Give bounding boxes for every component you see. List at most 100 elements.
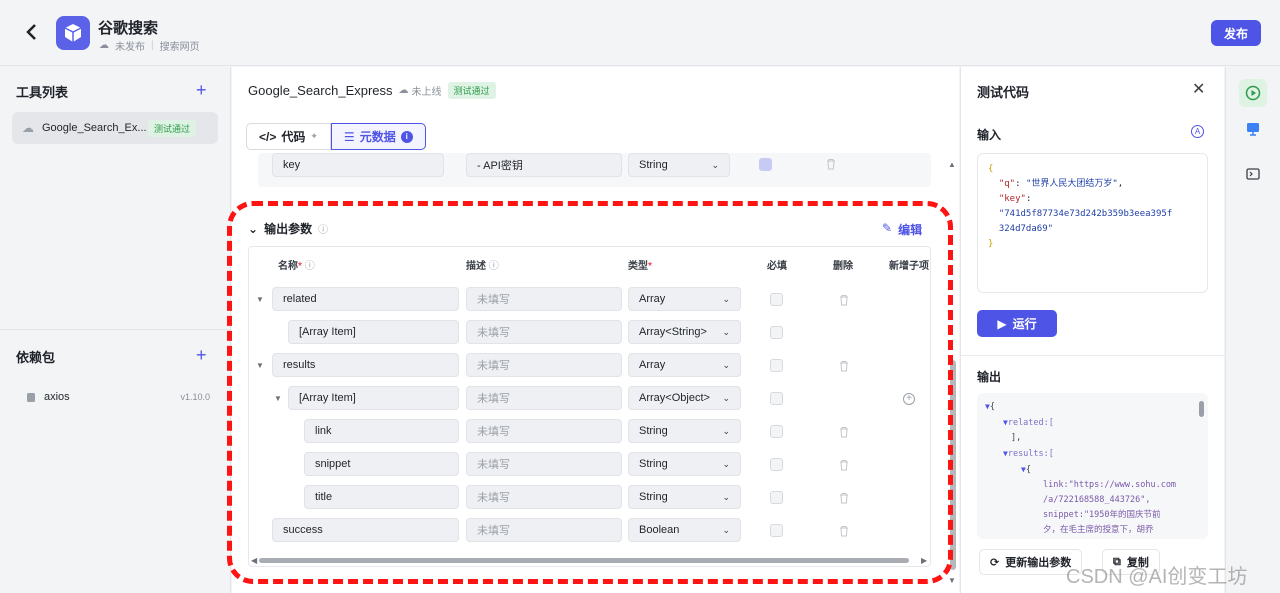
json-value: snippet:"1950年的国庆节前: [1043, 510, 1161, 520]
dependency-version: v1.10.0: [180, 392, 210, 402]
code-key: "q": [998, 179, 1016, 189]
tool-item[interactable]: ☁ Google_Search_Ex... 测试通过: [12, 112, 218, 144]
top-bar: 谷歌搜索 ☁ 未发布 | 搜索网页 发布: [0, 0, 1280, 66]
row-type-select[interactable]: String ⌄: [628, 419, 741, 443]
publish-button[interactable]: 发布: [1211, 20, 1261, 46]
add-child-icon[interactable]: +: [903, 393, 915, 405]
scroll-down-icon[interactable]: ▼: [948, 576, 956, 585]
output-params-header[interactable]: ⌄ 输出参数 ⓘ: [248, 220, 328, 237]
edit-label: 编辑: [898, 223, 923, 237]
chevron-down-icon: ⌄: [722, 491, 730, 502]
row-name-field[interactable]: [Array Item]: [288, 320, 459, 344]
chevron-down-icon: ⌄: [722, 326, 730, 337]
required-checkbox[interactable]: [759, 158, 772, 171]
trash-icon[interactable]: [839, 492, 849, 504]
required-checkbox[interactable]: [770, 491, 783, 504]
refresh-icon: ⟳: [990, 556, 1000, 569]
online-status-text: 未上线: [411, 87, 442, 98]
row-name-field[interactable]: [Array Item]: [288, 386, 459, 410]
edit-button[interactable]: ✎ 编辑: [882, 221, 922, 238]
row-desc-field[interactable]: 未填写: [466, 386, 622, 410]
row-name-field[interactable]: success: [272, 518, 459, 542]
expand-arrow-icon[interactable]: ▼: [274, 394, 282, 403]
json-bracket: ],: [1011, 433, 1022, 443]
update-output-label: 更新输出参数: [1005, 557, 1072, 569]
tool-header: Google_Search_Express ☁ 未上线 测试通过: [248, 82, 496, 99]
terminal-icon[interactable]: [1239, 160, 1267, 188]
add-tool-icon[interactable]: +: [196, 81, 207, 99]
vertical-scrollbar[interactable]: [950, 360, 956, 570]
row-type-value: Array<String>: [639, 326, 707, 338]
run-button[interactable]: ▶ 运行: [977, 310, 1057, 337]
divider: [0, 329, 231, 330]
trash-icon[interactable]: [839, 294, 849, 306]
dependency-item[interactable]: axios v1.10.0: [26, 391, 210, 403]
row-name-field[interactable]: title: [304, 485, 459, 509]
row-name-field[interactable]: link: [304, 419, 459, 443]
separator: |: [151, 40, 154, 51]
row-type-value: Array: [639, 359, 666, 371]
required-checkbox[interactable]: [770, 425, 783, 438]
row-desc-field[interactable]: 未填写: [466, 485, 622, 509]
run-test-icon[interactable]: [1239, 79, 1267, 107]
required-checkbox[interactable]: [770, 326, 783, 339]
col-header-type: 类型*: [628, 261, 652, 272]
scroll-right-icon[interactable]: ▶: [921, 556, 927, 565]
row-name-field[interactable]: results: [272, 353, 459, 377]
code-icon: </>: [259, 129, 277, 144]
online-status: ☁ 未上线: [399, 83, 442, 98]
cloud-icon: ☁: [22, 121, 34, 135]
expand-arrow-icon[interactable]: ▼: [256, 361, 264, 370]
trash-icon[interactable]: [839, 459, 849, 471]
horizontal-scrollbar[interactable]: [259, 558, 909, 563]
monitor-icon[interactable]: [1239, 115, 1267, 143]
output-json-viewer[interactable]: ▼{ ▼related:[ ], ▼results:[ ▼{ link:"htt…: [977, 393, 1208, 539]
required-checkbox[interactable]: [770, 293, 783, 306]
row-desc-field[interactable]: 未填写: [466, 419, 622, 443]
param-type-select[interactable]: String ⌄: [628, 153, 730, 177]
row-desc-field[interactable]: 未填写: [466, 353, 622, 377]
back-arrow-icon[interactable]: [22, 20, 44, 44]
param-name-field[interactable]: key: [272, 153, 444, 177]
tab-code[interactable]: </> 代码 ✦: [246, 123, 331, 150]
param-desc-field[interactable]: - API密钥: [466, 153, 622, 177]
json-key: related:[: [1007, 418, 1054, 428]
row-name-field[interactable]: related: [272, 287, 459, 311]
scroll-left-icon[interactable]: ◀: [251, 556, 257, 565]
divider: [961, 355, 1225, 356]
row-desc-field[interactable]: 未填写: [466, 287, 622, 311]
row-name-field[interactable]: snippet: [304, 452, 459, 476]
scroll-up-icon[interactable]: ▲: [948, 160, 956, 169]
row-type-select[interactable]: Array ⌄: [628, 287, 741, 311]
row-type-select[interactable]: String ⌄: [628, 452, 741, 476]
row-desc-field[interactable]: 未填写: [466, 518, 622, 542]
required-checkbox[interactable]: [770, 524, 783, 537]
tab-metadata[interactable]: ☰ 元数据 i: [330, 123, 426, 150]
row-desc-field[interactable]: 未填写: [466, 320, 622, 344]
trash-icon[interactable]: [826, 158, 836, 170]
json-key: results:[: [1007, 449, 1054, 459]
required-checkbox[interactable]: [770, 458, 783, 471]
close-icon[interactable]: ✕: [1192, 79, 1205, 99]
required-checkbox[interactable]: [770, 359, 783, 372]
row-type-select[interactable]: Array<String> ⌄: [628, 320, 741, 344]
row-type-select[interactable]: Array ⌄: [628, 353, 741, 377]
chevron-down-icon: ⌄: [711, 159, 719, 170]
param-type-value: String: [639, 159, 668, 171]
row-type-select[interactable]: String ⌄: [628, 485, 741, 509]
add-dependency-icon[interactable]: +: [196, 346, 207, 364]
trash-icon[interactable]: [839, 525, 849, 537]
test-passed-badge: 测试通过: [148, 119, 197, 137]
required-checkbox[interactable]: [770, 392, 783, 405]
output-scrollbar[interactable]: [1199, 401, 1204, 417]
row-type-select[interactable]: Array<Object> ⌄: [628, 386, 741, 410]
trash-icon[interactable]: [839, 360, 849, 372]
ai-assist-icon[interactable]: A: [1191, 125, 1204, 138]
chevron-down-icon: ⌄: [722, 524, 730, 535]
input-code-editor[interactable]: { "q": "世界人民大团结万岁", "key": "741d5f87734e…: [977, 153, 1208, 293]
row-desc-field[interactable]: 未填写: [466, 452, 622, 476]
expand-arrow-icon[interactable]: ▼: [256, 295, 264, 304]
trash-icon[interactable]: [839, 426, 849, 438]
app-subtitle: ☁ 未发布 | 搜索网页: [99, 38, 200, 53]
row-type-select[interactable]: Boolean ⌄: [628, 518, 741, 542]
